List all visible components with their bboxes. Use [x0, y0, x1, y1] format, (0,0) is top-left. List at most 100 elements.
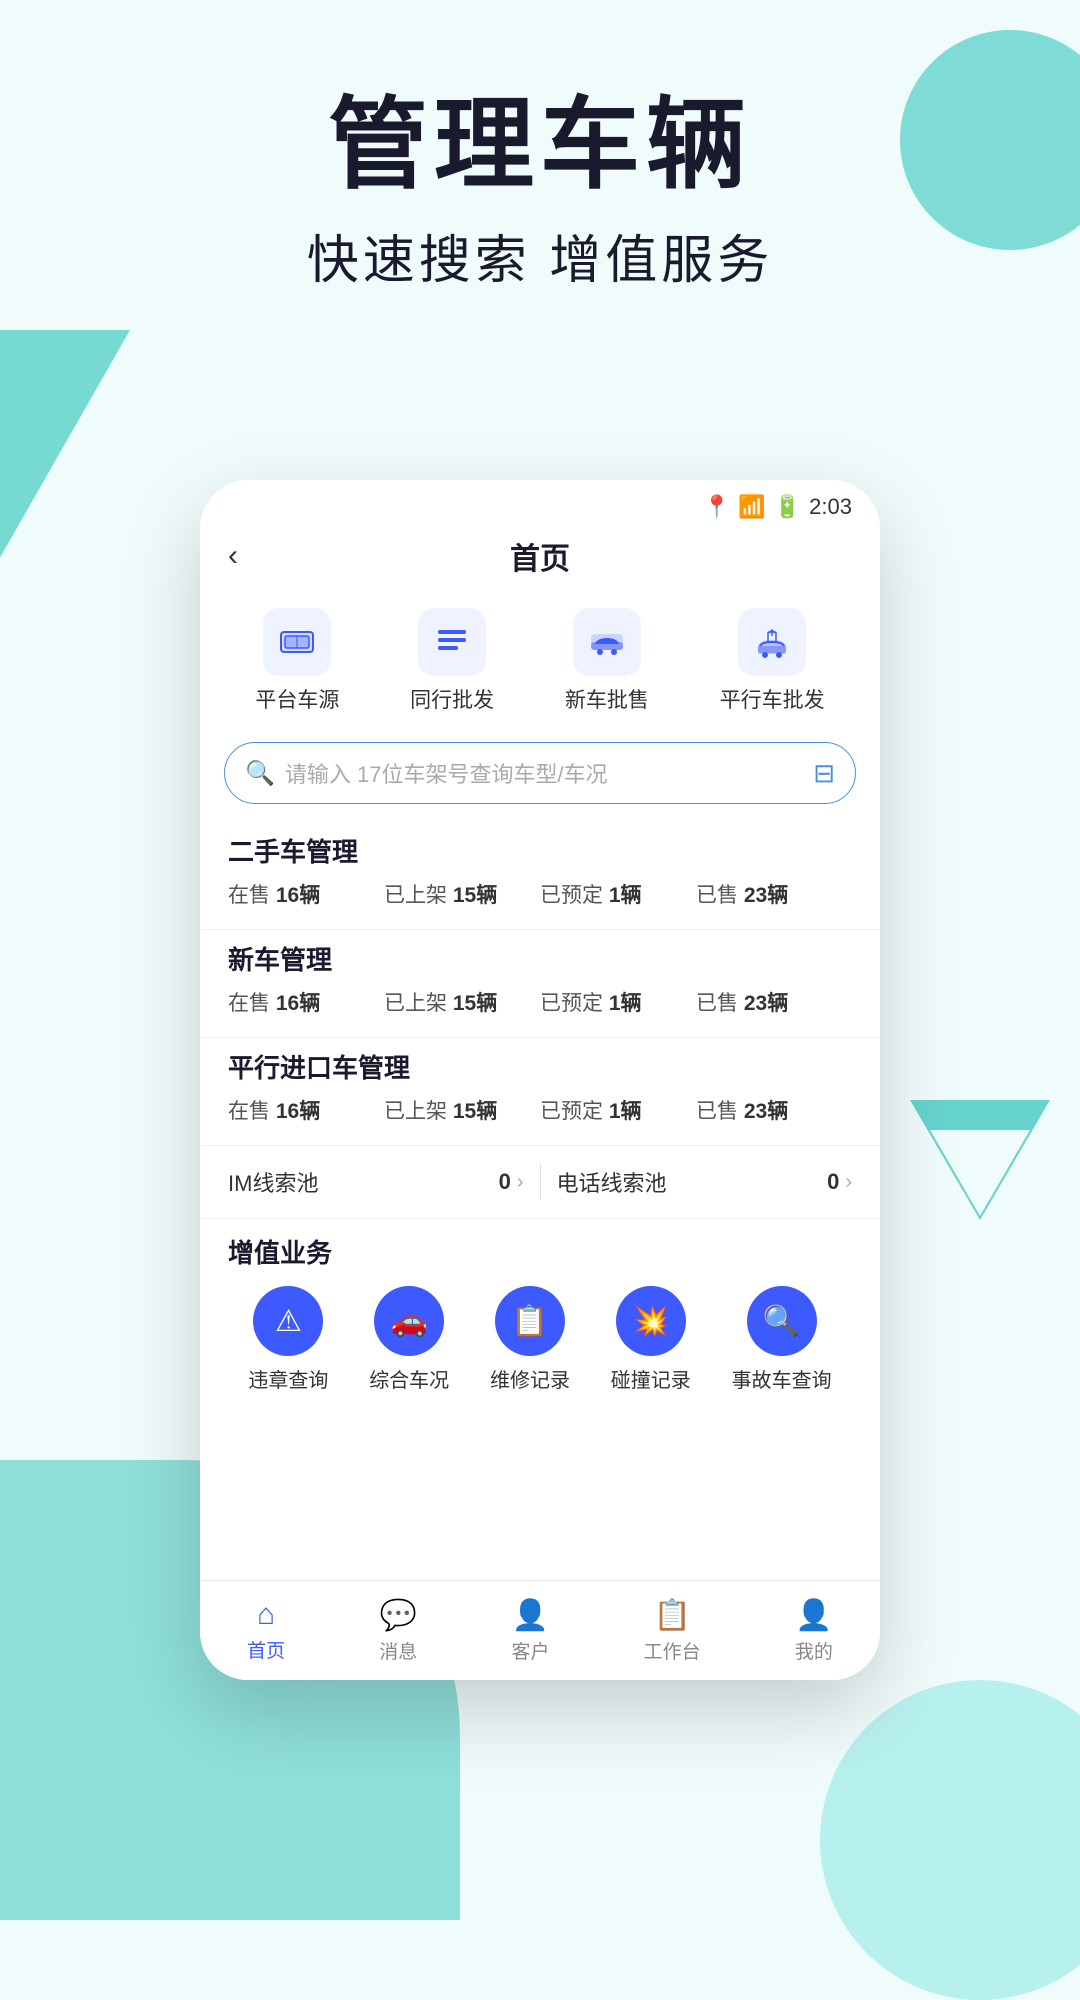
section-title-used: 二手车管理	[228, 832, 852, 869]
tab-icon-workspace: 📋	[653, 1598, 690, 1633]
value-item-condition[interactable]: 🚗 综合车况	[369, 1286, 449, 1393]
value-label-condition: 综合车况	[369, 1364, 449, 1393]
value-icon-collision: 💥	[616, 1286, 686, 1356]
status-time: 2:03	[809, 494, 852, 520]
section-stats-parallel: 在售 16辆已上架 15辆已预定 1辆已售 23辆	[228, 1095, 852, 1139]
tab-item-mine[interactable]: 👤 我的	[795, 1598, 833, 1664]
phone-lead-pool[interactable]: 电话线索池 0 ›	[557, 1166, 853, 1198]
section-parallel[interactable]: 平行进口车管理在售 16辆已上架 15辆已预定 1辆已售 23辆	[200, 1038, 880, 1146]
status-battery-icon: 🔋	[774, 494, 801, 520]
value-icon-condition: 🚗	[374, 1286, 444, 1356]
header-title: 首页	[510, 534, 570, 578]
stat-item: 在售 16辆	[228, 879, 384, 909]
value-item-accident[interactable]: 🔍事故车查询	[732, 1286, 832, 1393]
stat-item: 已售 23辆	[696, 987, 852, 1017]
peer-icon	[432, 622, 472, 662]
hero-subtitle: 快速搜索 增值服务	[0, 218, 1080, 293]
tab-item-message[interactable]: 💬 消息	[379, 1598, 417, 1664]
nav-label-newcar: 新车批售	[565, 684, 649, 714]
tab-bar: ⌂ 首页 💬 消息 👤 客户 📋 工作台 👤 我的	[200, 1580, 880, 1680]
nav-label-import: 平行车批发	[720, 684, 825, 714]
stat-item: 在售 16辆	[228, 1095, 384, 1125]
section-title-parallel: 平行进口车管理	[228, 1048, 852, 1085]
im-lead-pool[interactable]: IM线索池 0 ›	[228, 1166, 524, 1198]
value-label-collision: 碰撞记录	[611, 1364, 691, 1393]
deco-triangle-inner	[930, 1130, 1030, 1216]
stat-item: 已预定 1辆	[540, 879, 696, 909]
status-signal-icon: 📶	[738, 494, 765, 520]
tab-icon-message: 💬	[380, 1598, 417, 1633]
tab-label-mine: 我的	[795, 1637, 833, 1664]
tab-label-message: 消息	[379, 1637, 417, 1664]
search-bar[interactable]: 🔍 请输入 17位车架号查询车型/车况 ⊟	[224, 742, 856, 804]
lead-pool-row: IM线索池 0 › 电话线索池 0 ›	[200, 1146, 880, 1219]
section-title-new: 新车管理	[228, 940, 852, 977]
stat-item: 已上架 15辆	[384, 987, 540, 1017]
newcar-icon	[587, 622, 627, 662]
phone-lead-arrow: ›	[845, 1171, 852, 1194]
phone-mockup: 📍 📶 🔋 2:03 ‹ 首页 平台车源	[200, 480, 880, 1680]
stat-item: 已预定 1辆	[540, 987, 696, 1017]
tab-label-home: 首页	[247, 1636, 285, 1663]
stat-item: 已售 23辆	[696, 1095, 852, 1125]
stat-item: 已预定 1辆	[540, 1095, 696, 1125]
bg-decor-circle-bottom-right	[820, 1680, 1080, 2000]
im-lead-num: 0	[499, 1169, 511, 1195]
section-new[interactable]: 新车管理在售 16辆已上架 15辆已预定 1辆已售 23辆	[200, 930, 880, 1038]
value-added-title: 增值业务	[228, 1233, 852, 1270]
nav-icon-peer-wrap	[418, 608, 486, 676]
tab-label-workspace: 工作台	[644, 1637, 701, 1664]
section-stats-used: 在售 16辆已上架 15辆已预定 1辆已售 23辆	[228, 879, 852, 923]
value-label-accident: 事故车查询	[732, 1364, 832, 1393]
value-icon-violation: ⚠	[253, 1286, 323, 1356]
phone-lead-label: 电话线索池	[557, 1166, 667, 1198]
nav-item-peer[interactable]: 同行批发	[410, 608, 494, 714]
tab-icon-mine: 👤	[795, 1598, 832, 1633]
tab-item-workspace[interactable]: 📋 工作台	[644, 1598, 701, 1664]
nav-label-platform: 平台车源	[255, 684, 339, 714]
nav-item-newcar[interactable]: 新车批售	[565, 608, 649, 714]
search-icon: 🔍	[245, 759, 275, 788]
platform-car-icon	[277, 622, 317, 662]
tab-item-customer[interactable]: 👤 客户	[511, 1598, 549, 1664]
sections-container: 二手车管理在售 16辆已上架 15辆已预定 1辆已售 23辆新车管理在售 16辆…	[200, 822, 880, 1146]
app-header: ‹ 首页	[200, 526, 880, 592]
tab-icon-customer: 👤	[512, 1598, 549, 1633]
import-car-icon	[752, 622, 792, 662]
value-item-maintenance[interactable]: 📋 维修记录	[490, 1286, 570, 1393]
hero-title: 管理车辆	[0, 90, 1080, 200]
nav-label-peer: 同行批发	[410, 684, 494, 714]
tab-icon-home: ⌂	[257, 1598, 275, 1632]
section-used[interactable]: 二手车管理在售 16辆已上架 15辆已预定 1辆已售 23辆	[200, 822, 880, 930]
scan-icon[interactable]: ⊟	[813, 758, 835, 789]
status-location-icon: 📍	[703, 494, 730, 520]
stat-item: 在售 16辆	[228, 987, 384, 1017]
im-lead-label: IM线索池	[228, 1166, 318, 1198]
nav-item-import[interactable]: 平行车批发	[720, 608, 825, 714]
tab-label-customer: 客户	[511, 1637, 549, 1664]
phone-lead-num: 0	[827, 1169, 839, 1195]
stat-item: 已售 23辆	[696, 879, 852, 909]
deco-triangle-bottom-right	[910, 1100, 1050, 1220]
hero-section: 管理车辆 快速搜索 增值服务	[0, 90, 1080, 293]
value-item-violation[interactable]: ⚠ 违章查询	[248, 1286, 328, 1393]
value-added-section: 增值业务 ⚠ 违章查询 🚗 综合车况 📋 维修记录 💥 碰撞记录 🔍事故车查询	[200, 1219, 880, 1403]
value-item-collision[interactable]: 💥 碰撞记录	[611, 1286, 691, 1393]
tab-item-home[interactable]: ⌂ 首页	[247, 1598, 285, 1663]
stat-item: 已上架 15辆	[384, 879, 540, 909]
back-button[interactable]: ‹	[228, 539, 238, 573]
im-lead-arrow: ›	[517, 1171, 524, 1194]
quick-nav: 平台车源 同行批发 新车批售	[200, 592, 880, 734]
lead-pool-divider	[540, 1164, 541, 1200]
status-bar: 📍 📶 🔋 2:03	[200, 480, 880, 526]
section-stats-new: 在售 16辆已上架 15辆已预定 1辆已售 23辆	[228, 987, 852, 1031]
nav-icon-newcar-wrap	[573, 608, 641, 676]
value-label-maintenance: 维修记录	[490, 1364, 570, 1393]
nav-icon-platform-wrap	[263, 608, 331, 676]
value-added-icons: ⚠ 违章查询 🚗 综合车况 📋 维修记录 💥 碰撞记录 🔍事故车查询	[228, 1286, 852, 1393]
nav-item-platform[interactable]: 平台车源	[255, 608, 339, 714]
stat-item: 已上架 15辆	[384, 1095, 540, 1125]
search-placeholder: 请输入 17位车架号查询车型/车况	[285, 757, 803, 789]
value-label-violation: 违章查询	[248, 1364, 328, 1393]
value-icon-maintenance: 📋	[495, 1286, 565, 1356]
